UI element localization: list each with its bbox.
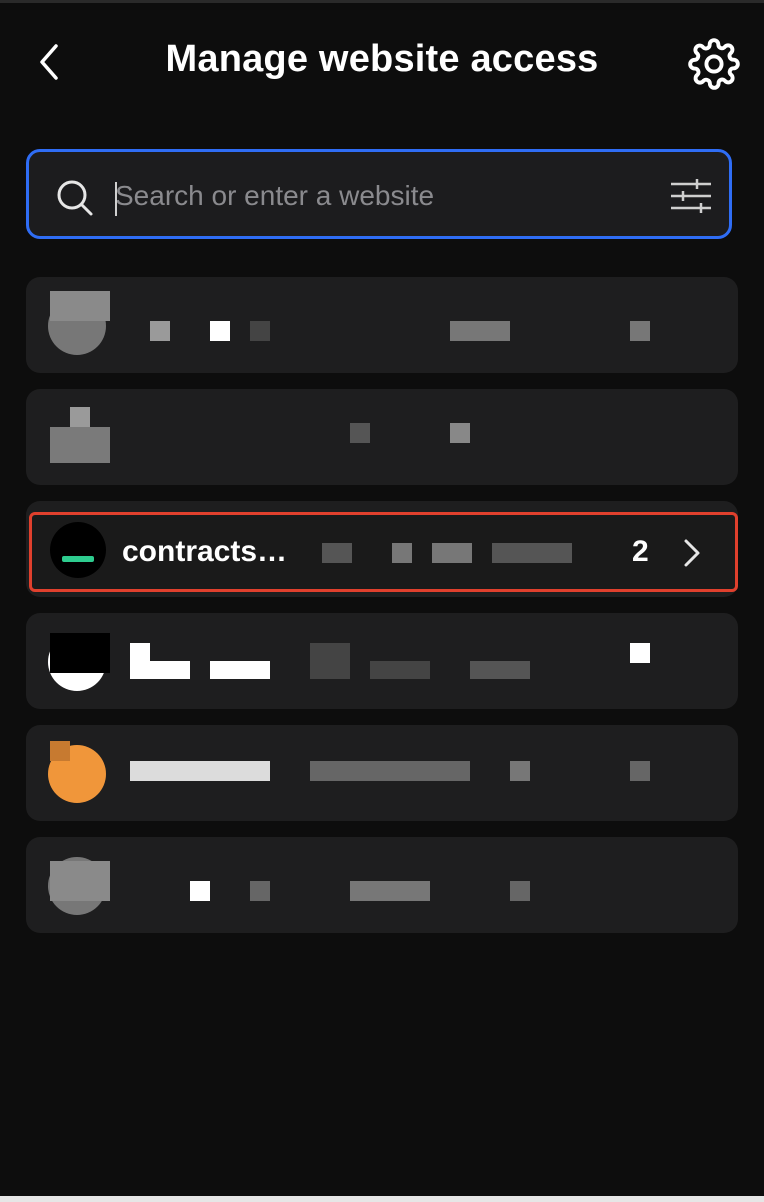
redacted-block xyxy=(350,423,370,443)
search-input[interactable] xyxy=(113,170,637,222)
site-logo-accent xyxy=(62,556,94,562)
redacted-block xyxy=(450,321,510,341)
settings-button[interactable] xyxy=(688,38,740,90)
site-row[interactable] xyxy=(26,837,738,933)
redacted-block xyxy=(350,881,430,901)
site-avatar xyxy=(50,427,110,463)
text-cursor xyxy=(115,182,117,216)
redacted-block xyxy=(250,321,270,341)
redacted-block xyxy=(130,643,150,679)
site-avatar xyxy=(50,522,106,578)
redacted-block xyxy=(630,761,650,781)
redacted-block xyxy=(310,761,470,781)
page-title: Manage website access xyxy=(165,38,599,80)
redacted-block xyxy=(450,423,470,443)
redacted-block xyxy=(492,543,572,563)
redacted-block xyxy=(50,633,110,673)
sliders-icon[interactable] xyxy=(669,178,713,214)
redacted-block xyxy=(322,543,352,563)
header: Manage website access xyxy=(0,20,764,104)
redacted-block xyxy=(210,321,230,341)
redacted-block xyxy=(392,543,412,563)
chevron-right-icon xyxy=(684,539,700,567)
redacted-block xyxy=(190,881,210,901)
redacted-block xyxy=(130,761,270,781)
permission-count: 2 xyxy=(632,535,649,568)
site-name: contracts… xyxy=(122,535,288,568)
top-border xyxy=(0,0,764,3)
redacted-block xyxy=(250,881,270,901)
site-row-highlighted[interactable]: contracts… 2 xyxy=(29,512,738,592)
redacted-block xyxy=(310,643,350,679)
redacted-block xyxy=(630,321,650,341)
bottom-border xyxy=(0,1196,764,1202)
redacted-block xyxy=(50,291,110,321)
search-icon xyxy=(57,180,93,216)
site-row[interactable] xyxy=(26,725,738,821)
search-bar xyxy=(26,149,732,239)
redacted-block xyxy=(150,321,170,341)
gear-icon xyxy=(688,38,740,90)
redacted-block xyxy=(70,407,90,427)
redacted-block xyxy=(210,661,270,679)
redacted-block xyxy=(50,741,70,761)
redacted-block xyxy=(370,661,430,679)
redacted-block xyxy=(432,543,472,563)
redacted-block xyxy=(470,661,530,679)
redacted-block xyxy=(150,661,190,679)
redacted-block xyxy=(50,861,110,901)
redacted-block xyxy=(630,643,650,663)
redacted-block xyxy=(510,761,530,781)
site-row[interactable] xyxy=(26,389,738,485)
redacted-block xyxy=(510,881,530,901)
site-row[interactable] xyxy=(26,613,738,709)
site-row[interactable] xyxy=(26,277,738,373)
